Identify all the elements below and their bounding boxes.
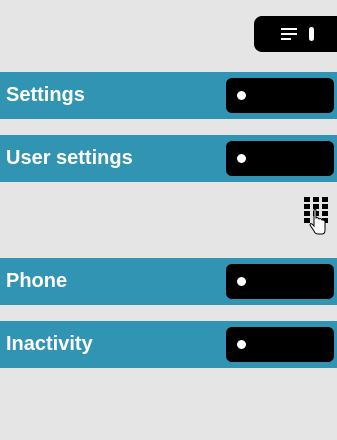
dot-icon	[237, 154, 246, 163]
menu-row-inactivity: Inactivity	[0, 321, 337, 368]
dot-icon	[237, 277, 246, 286]
menu-row-label: User settings	[6, 147, 133, 169]
menu-list-icon	[281, 28, 297, 40]
inactivity-key[interactable]	[226, 327, 334, 362]
keypad-press-icon	[304, 197, 328, 235]
menu-row-phone: Phone	[0, 258, 337, 305]
dot-icon	[237, 340, 246, 349]
menu-row-user-settings: User settings	[0, 135, 337, 182]
menu-row-settings: Settings	[0, 72, 337, 119]
pill-indicator-icon	[309, 27, 314, 41]
dot-icon	[237, 91, 246, 100]
phone-key[interactable]	[226, 264, 334, 299]
settings-key[interactable]	[226, 78, 334, 113]
menu-row-label: Inactivity	[6, 333, 93, 355]
menu-key[interactable]	[254, 16, 337, 52]
menu-row-label: Settings	[6, 84, 85, 106]
user-settings-key[interactable]	[226, 141, 334, 176]
menu-row-label: Phone	[6, 270, 68, 292]
